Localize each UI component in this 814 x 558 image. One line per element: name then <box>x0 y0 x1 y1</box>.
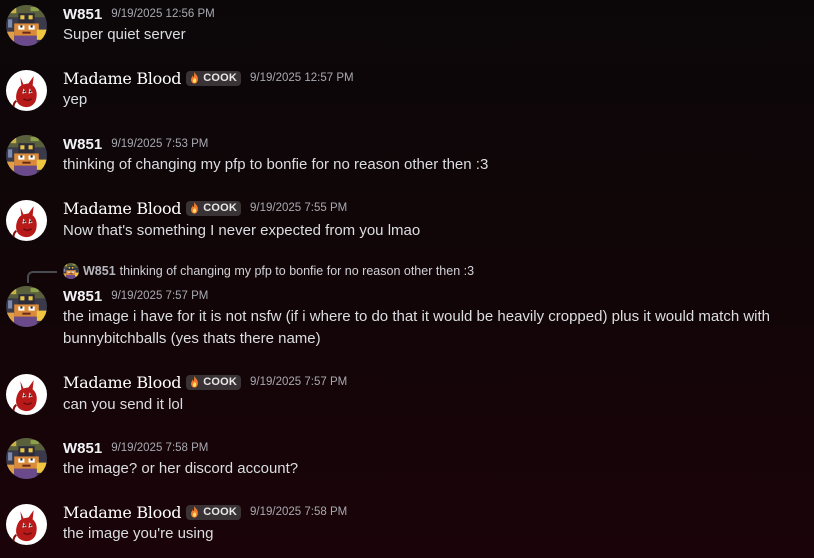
pixel-art-avatar-icon[interactable] <box>6 5 47 46</box>
message[interactable]: Madame Blood COOK 9/19/2025 7:57 PM can … <box>0 364 814 424</box>
role-tag-label: COOK <box>203 202 238 214</box>
message[interactable]: W851 thinking of changing my pfp to bonf… <box>0 263 814 358</box>
message-content: the image? or her discord account? <box>63 460 299 477</box>
message-content: Now that's something I never expected fr… <box>63 222 421 239</box>
message[interactable]: Madame Blood COOK 9/19/2025 12:57 PM yep <box>0 60 814 120</box>
red-creature-avatar-icon[interactable] <box>6 200 47 241</box>
role-tag-label: COOK <box>203 376 238 388</box>
pixel-art-avatar-icon[interactable] <box>6 286 47 327</box>
message[interactable]: Madame Blood COOK 9/19/2025 7:58 PM the … <box>0 494 814 558</box>
message[interactable]: W851 9/19/2025 12:56 PM Super quiet serv… <box>0 0 814 55</box>
message-content: the image i have for it is not nsfw (if … <box>63 308 771 347</box>
message-content: yep <box>63 91 88 108</box>
role-tag[interactable]: COOK <box>186 70 242 86</box>
message-author[interactable]: Madame Blood <box>63 69 182 88</box>
reply-preview-text[interactable]: thinking of changing my pfp to bonfie fo… <box>120 264 474 278</box>
message-timestamp: 9/19/2025 7:57 PM <box>111 290 209 302</box>
message-timestamp: 9/19/2025 7:53 PM <box>111 138 209 150</box>
role-tag-label: COOK <box>203 72 238 84</box>
message-content: thinking of changing my pfp to bonfie fo… <box>63 156 489 173</box>
message-author[interactable]: Madame Blood <box>63 503 182 522</box>
pixel-art-avatar-icon[interactable] <box>6 135 47 176</box>
message-content: can you send it lol <box>63 396 184 413</box>
role-tag-label: COOK <box>203 506 238 518</box>
flame-icon <box>189 72 200 84</box>
message-timestamp: 9/19/2025 7:55 PM <box>250 202 348 214</box>
message-author[interactable]: W851 <box>63 440 102 457</box>
red-creature-avatar-icon[interactable] <box>6 70 47 111</box>
message-content: Super quiet server <box>63 26 186 43</box>
flame-icon <box>189 376 200 388</box>
role-tag[interactable]: COOK <box>186 200 242 216</box>
message-author[interactable]: W851 <box>63 136 102 153</box>
role-tag[interactable]: COOK <box>186 504 242 520</box>
red-creature-avatar-icon[interactable] <box>6 504 47 545</box>
reply-reference[interactable]: W851 thinking of changing my pfp to bonf… <box>63 263 474 279</box>
message-timestamp: 9/19/2025 7:58 PM <box>250 506 348 518</box>
role-tag[interactable]: COOK <box>186 374 242 390</box>
red-creature-avatar-icon[interactable] <box>6 374 47 415</box>
reply-author[interactable]: W851 <box>83 264 116 278</box>
message-content: the image you're using <box>63 525 214 542</box>
message-author[interactable]: Madame Blood <box>63 373 182 392</box>
message-author[interactable]: Madame Blood <box>63 199 182 218</box>
pixel-art-avatar-icon <box>63 263 79 279</box>
flame-icon <box>189 506 200 518</box>
message-timestamp: 9/19/2025 12:57 PM <box>250 72 354 84</box>
message-author[interactable]: W851 <box>63 6 102 23</box>
reply-connector <box>27 271 57 283</box>
message-author[interactable]: W851 <box>63 288 102 305</box>
message-timestamp: 9/19/2025 12:56 PM <box>111 8 215 20</box>
flame-icon <box>189 202 200 214</box>
message[interactable]: Madame Blood COOK 9/19/2025 7:55 PM Now … <box>0 190 814 250</box>
pixel-art-avatar-icon[interactable] <box>6 438 47 479</box>
message[interactable]: W851 9/19/2025 7:53 PM thinking of chang… <box>0 125 814 185</box>
message-timestamp: 9/19/2025 7:57 PM <box>250 376 348 388</box>
message-timestamp: 9/19/2025 7:58 PM <box>111 442 209 454</box>
message-list: W851 9/19/2025 12:56 PM Super quiet serv… <box>0 0 814 558</box>
message[interactable]: W851 9/19/2025 7:58 PM the image? or her… <box>0 430 814 490</box>
